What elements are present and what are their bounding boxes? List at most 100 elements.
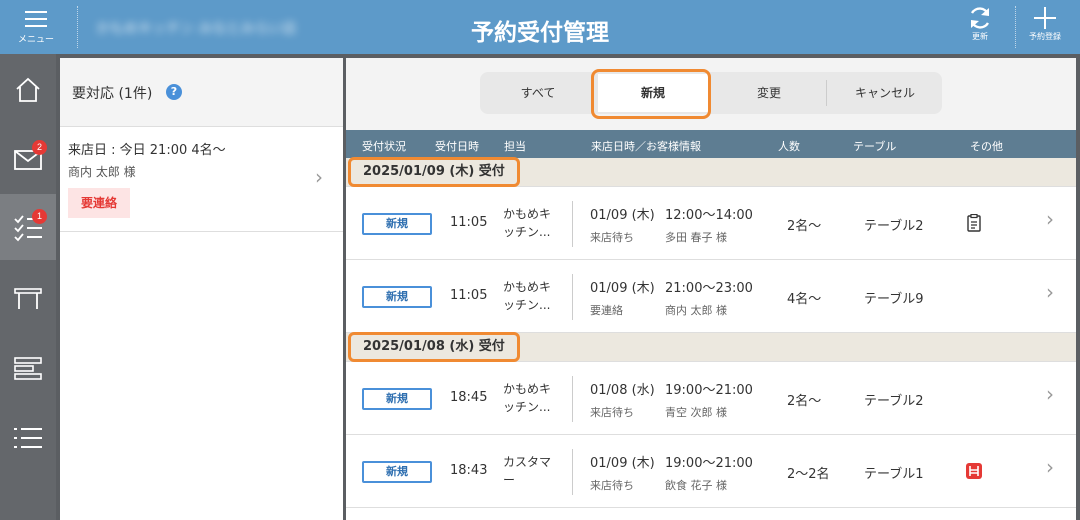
chevron-right-icon: › <box>1046 455 1054 479</box>
staff-line2: ッチン... <box>503 298 551 312</box>
visit-state: 要連絡 <box>590 304 623 317</box>
add-reservation-button[interactable]: 予約登録 <box>1013 0 1077 54</box>
col-other: その他 <box>970 140 1003 153</box>
highlight-frame <box>591 69 711 119</box>
visit-time-range: 19:00〜21:00 <box>665 383 753 398</box>
col-people: 人数 <box>778 140 800 153</box>
list-icon <box>14 428 42 448</box>
date-group-header: 2025/01/08 (水) 受付 <box>346 332 1076 362</box>
col-table: テーブル <box>853 140 897 153</box>
tab-change[interactable]: 変更 <box>712 72 826 114</box>
reservation-row[interactable]: 新規 18:43 カスタマ ー 01/09 (木) 19:00〜21:00 来店… <box>346 435 1076 508</box>
staff-line1: かもめキ <box>503 382 552 396</box>
chevron-right-icon: › <box>315 165 323 189</box>
refresh-icon <box>970 7 990 29</box>
status-badge: 新規 <box>362 213 432 235</box>
party-size: 2名〜 <box>787 219 822 234</box>
help-icon[interactable]: ? <box>166 84 182 100</box>
tab-all[interactable]: すべて <box>480 72 596 114</box>
table-name: テーブル1 <box>864 467 924 482</box>
guest-name: 飲食 花子 様 <box>665 479 727 492</box>
table-name: テーブル2 <box>864 394 924 409</box>
todo-item-guest: 商内 太郎 様 <box>68 165 136 179</box>
guest-name: 多田 春子 様 <box>665 231 727 244</box>
highchair-icon <box>966 463 982 479</box>
visit-date: 01/08 (水) <box>590 383 655 398</box>
home-icon <box>16 77 40 102</box>
reservation-list-panel: すべて 新規 変更 キャンセル 受付状況 受付日時 担当 来店日時／お客様情報 … <box>346 58 1076 520</box>
nav-table[interactable] <box>0 264 56 330</box>
todo-title: 要対応 (1件) <box>72 86 153 102</box>
received-time: 18:45 <box>450 390 488 405</box>
todo-panel: 要対応 (1件) ? 来店日 : 今日 21:00 4名〜 商内 太郎 様 要連… <box>60 58 343 520</box>
staff-line2: ッチン... <box>503 400 551 414</box>
reservation-row[interactable]: 新規 11:05 かもめキ ッチン... 01/09 (木) 12:00〜14:… <box>346 187 1076 260</box>
visit-time-range: 19:00〜21:00 <box>665 456 753 471</box>
col-received: 受付日時 <box>435 140 479 153</box>
menu-button[interactable]: メニュー <box>0 0 72 54</box>
visit-state: 来店待ち <box>590 406 634 419</box>
received-time: 11:05 <box>450 215 488 230</box>
visit-date: 01/09 (木) <box>590 456 655 471</box>
status-badge: 新規 <box>362 286 432 308</box>
staff-line2: ー <box>503 473 516 487</box>
nav-list[interactable] <box>0 404 56 470</box>
divider <box>572 376 573 422</box>
plus-icon <box>1034 7 1056 29</box>
mail-badge: 2 <box>32 140 47 155</box>
memo-icon <box>967 214 981 232</box>
table-name: テーブル9 <box>864 292 924 307</box>
nav-home[interactable] <box>0 56 56 122</box>
nav-mail[interactable]: 2 <box>0 125 56 191</box>
reservation-row[interactable]: 新規 11:05 かもめキ ッチン... 01/09 (木) 21:00〜23:… <box>346 260 1076 333</box>
date-group-label: 2025/01/09 (木) 受付 <box>348 157 520 187</box>
table-name: テーブル2 <box>864 219 924 234</box>
received-time: 11:05 <box>450 288 488 303</box>
side-nav: 2 1 <box>0 54 56 520</box>
divider <box>572 449 573 495</box>
col-staff: 担当 <box>504 140 526 153</box>
staff-line1: かもめキ <box>503 207 552 221</box>
top-bar: メニュー かもめキッチン みなとみらい店 予約受付管理 更新 予約登録 <box>0 0 1080 54</box>
visit-date: 01/09 (木) <box>590 281 655 296</box>
nav-checklist[interactable]: 1 <box>0 194 56 260</box>
party-size: 2名〜 <box>787 394 822 409</box>
checklist-badge: 1 <box>32 209 47 224</box>
divider <box>77 6 78 48</box>
nav-layout[interactable] <box>0 334 56 400</box>
col-visit: 来店日時／お客様情報 <box>591 140 701 153</box>
layout-icon <box>14 357 42 380</box>
reservation-row[interactable]: 新規 18:45 かもめキ ッチン... 01/08 (水) 19:00〜21:… <box>346 362 1076 435</box>
tab-cancel[interactable]: キャンセル <box>828 72 942 114</box>
status-badge: 新規 <box>362 461 432 483</box>
chevron-right-icon: › <box>1046 382 1054 406</box>
chevron-right-icon: › <box>1046 280 1054 304</box>
tab-group: すべて 新規 変更 キャンセル <box>480 72 942 114</box>
refresh-label: 更新 <box>972 32 988 41</box>
add-reservation-label: 予約登録 <box>1029 32 1061 41</box>
staff-line1: カスタマ <box>503 455 552 469</box>
party-size: 2〜2名 <box>787 467 830 482</box>
todo-header: 要対応 (1件) ? <box>60 58 343 127</box>
received-time: 18:43 <box>450 463 488 478</box>
needs-contact-tag: 要連絡 <box>68 188 130 218</box>
visit-state: 来店待ち <box>590 479 634 492</box>
visit-date: 01/09 (木) <box>590 208 655 223</box>
divider <box>572 201 573 247</box>
table-icon <box>14 288 42 309</box>
store-name: かもめキッチン みなとみらい店 <box>96 21 297 37</box>
date-group-header: 2025/01/09 (木) 受付 <box>346 157 1076 187</box>
party-size: 4名〜 <box>787 292 822 307</box>
staff-line2: ッチン... <box>503 225 551 239</box>
visit-state: 来店待ち <box>590 231 634 244</box>
visit-time-range: 12:00〜14:00 <box>665 208 753 223</box>
todo-item[interactable]: 来店日 : 今日 21:00 4名〜 商内 太郎 様 要連絡 › <box>60 127 343 232</box>
chevron-right-icon: › <box>1046 207 1054 231</box>
date-group-label: 2025/01/08 (水) 受付 <box>348 332 520 362</box>
divider <box>572 274 573 320</box>
col-status: 受付状況 <box>362 140 406 153</box>
staff-line1: かもめキ <box>503 280 552 294</box>
refresh-button[interactable]: 更新 <box>948 0 1012 54</box>
visit-time-range: 21:00〜23:00 <box>665 281 753 296</box>
column-header: 受付状況 受付日時 担当 来店日時／お客様情報 人数 テーブル その他 <box>346 130 1076 158</box>
